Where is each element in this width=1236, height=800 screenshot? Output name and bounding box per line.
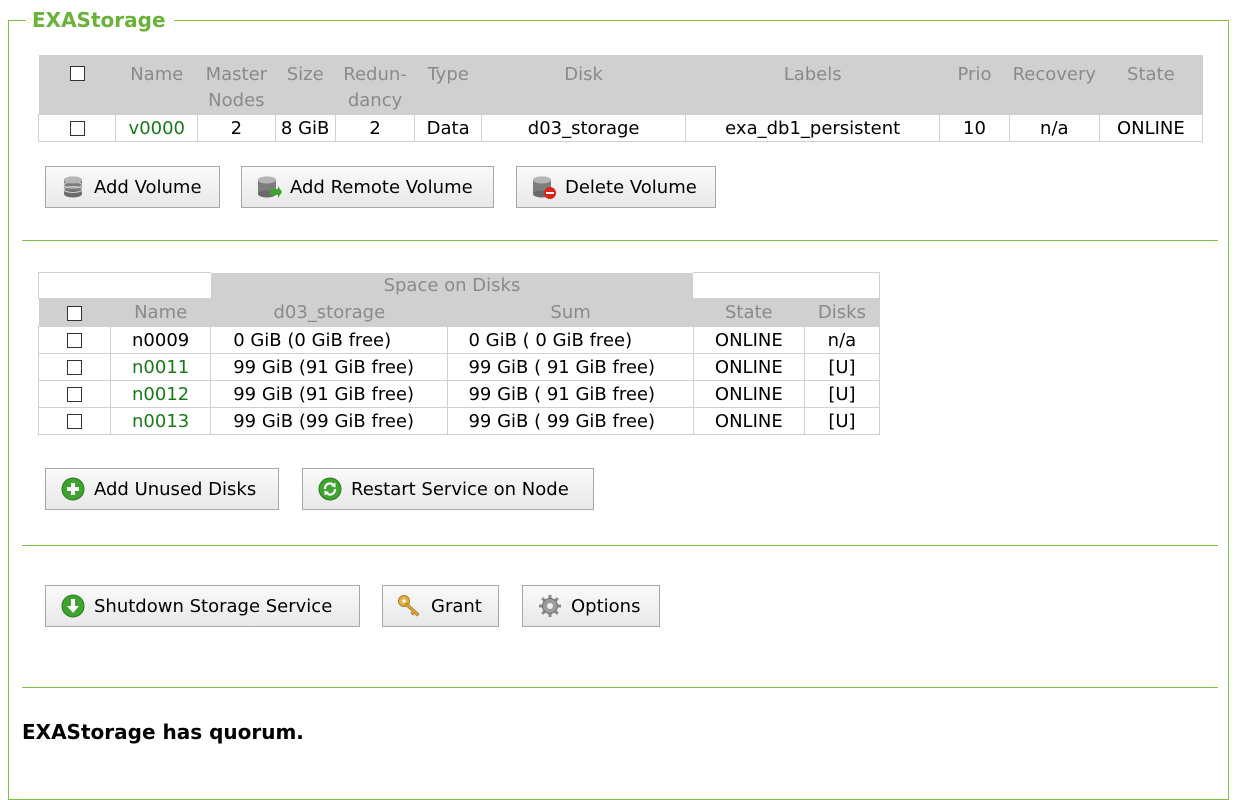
panel-title: EXAStorage — [26, 7, 174, 33]
node-name-link[interactable]: n0013 — [110, 407, 212, 435]
col-header-type: Type — [414, 55, 482, 115]
select-all-volumes — [38, 55, 116, 115]
options-button[interactable]: Options — [522, 585, 660, 627]
database-delete-icon — [531, 174, 557, 200]
select-all-volumes-checkbox[interactable] — [69, 65, 85, 81]
cell-labels: exa_db1_persistent — [685, 114, 941, 142]
delete-volume-label: Delete Volume — [565, 176, 697, 198]
cell-type: Data — [414, 114, 482, 142]
cell-disks: [U] — [803, 407, 881, 435]
grant-label: Grant — [431, 595, 482, 617]
cell-disk-space: 99 GiB (91 GiB free) — [210, 353, 449, 381]
cell-disk-space: 99 GiB (99 GiB free) — [210, 407, 449, 435]
select-all-nodes — [38, 298, 111, 327]
shutdown-icon — [60, 593, 86, 619]
restart-service-button[interactable]: Restart Service on Node — [302, 468, 594, 510]
plus-circle-icon — [60, 476, 86, 502]
cell-sum: 99 GiB ( 91 GiB free) — [447, 380, 694, 408]
database-icon — [60, 174, 86, 200]
col-header-disks: Disks — [804, 298, 880, 327]
nodes-table: Space on Disks Name d03_storage Sum Stat… — [37, 272, 881, 435]
cell-disk-space: 0 GiB (0 GiB free) — [210, 326, 449, 354]
col-header-prio: Prio — [939, 55, 1010, 115]
col-header-recovery: Recovery — [1009, 55, 1100, 115]
table-row: n0012 99 GiB (91 GiB free) 99 GiB ( 91 G… — [37, 380, 881, 408]
cell-disks: [U] — [803, 380, 881, 408]
table-row: n0011 99 GiB (91 GiB free) 99 GiB ( 91 G… — [37, 353, 881, 381]
row-select — [37, 407, 112, 435]
volumes-table: Name Master Nodes Size Redun-dancy Type D… — [37, 55, 1204, 142]
key-icon — [397, 593, 423, 619]
add-unused-disks-label: Add Unused Disks — [94, 478, 257, 500]
col-header-node-name: Name — [110, 298, 211, 327]
node-name-link[interactable]: n0012 — [110, 380, 212, 408]
select-all-nodes-checkbox[interactable] — [67, 305, 83, 321]
col-header-size: Size — [275, 55, 336, 115]
row-select — [37, 380, 112, 408]
section-divider — [22, 545, 1218, 546]
cell-disk-space: 99 GiB (91 GiB free) — [210, 380, 449, 408]
cell-node-state: ONLINE — [692, 380, 805, 408]
space-on-disks-header: Space on Disks — [210, 272, 694, 299]
cell-disk: d03_storage — [480, 114, 687, 142]
cell-size: 8 GiB — [274, 114, 336, 142]
add-volume-button[interactable]: Add Volume — [45, 166, 220, 208]
table-row: n0009 0 GiB (0 GiB free) 0 GiB ( 0 GiB f… — [37, 326, 881, 354]
add-volume-label: Add Volume — [94, 176, 202, 198]
row-checkbox[interactable] — [69, 121, 85, 136]
col-header-node-state: State — [693, 298, 805, 327]
row-checkbox[interactable] — [67, 360, 83, 375]
cell-master-nodes: 2 — [197, 114, 276, 142]
cell-node-state: ONLINE — [692, 326, 805, 354]
node-name-link[interactable]: n0011 — [110, 353, 212, 381]
delete-volume-button[interactable]: Delete Volume — [516, 166, 716, 208]
node-name: n0009 — [110, 326, 212, 354]
row-select — [37, 114, 117, 142]
col-header-sum: Sum — [447, 298, 694, 327]
row-select — [37, 326, 112, 354]
refresh-icon — [317, 476, 343, 502]
add-remote-volume-label: Add Remote Volume — [290, 176, 473, 198]
cell-state: ONLINE — [1098, 114, 1204, 142]
options-label: Options — [571, 595, 641, 617]
cell-sum: 0 GiB ( 0 GiB free) — [447, 326, 694, 354]
cell-node-state: ONLINE — [692, 407, 805, 435]
row-checkbox[interactable] — [67, 387, 83, 402]
col-header-state: State — [1099, 55, 1203, 115]
section-divider — [22, 687, 1218, 688]
table-row: n0013 99 GiB (99 GiB free) 99 GiB ( 99 G… — [37, 407, 881, 435]
col-header-master-nodes: Master Nodes — [197, 55, 276, 115]
cell-recovery: n/a — [1008, 114, 1100, 142]
grant-button[interactable]: Grant — [382, 585, 499, 627]
cell-node-state: ONLINE — [692, 353, 805, 381]
section-divider — [22, 240, 1218, 241]
table-row: v0000 2 8 GiB 2 Data d03_storage exa_db1… — [37, 114, 1204, 142]
cell-prio: 10 — [939, 114, 1010, 142]
cell-redundancy: 2 — [334, 114, 416, 142]
add-unused-disks-button[interactable]: Add Unused Disks — [45, 468, 279, 510]
row-select — [37, 353, 112, 381]
cell-disks: n/a — [803, 326, 881, 354]
row-checkbox[interactable] — [67, 333, 83, 348]
col-header-d03-storage: d03_storage — [210, 298, 448, 327]
shutdown-storage-service-label: Shutdown Storage Service — [94, 595, 333, 617]
col-header-name: Name — [115, 55, 198, 115]
shutdown-storage-service-button[interactable]: Shutdown Storage Service — [45, 585, 360, 627]
cell-sum: 99 GiB ( 99 GiB free) — [447, 407, 694, 435]
row-checkbox[interactable] — [67, 414, 83, 429]
col-header-labels: Labels — [685, 55, 940, 115]
col-header-disk: Disk — [481, 55, 686, 115]
volume-name-link[interactable]: v0000 — [115, 114, 199, 142]
cell-disks: [U] — [803, 353, 881, 381]
col-header-redundancy: Redun-dancy — [335, 55, 415, 115]
restart-service-label: Restart Service on Node — [351, 478, 569, 500]
database-remote-icon — [256, 174, 282, 200]
cell-sum: 99 GiB ( 91 GiB free) — [447, 353, 694, 381]
gear-icon — [537, 593, 563, 619]
add-remote-volume-button[interactable]: Add Remote Volume — [241, 166, 494, 208]
quorum-status: EXAStorage has quorum. — [22, 720, 304, 744]
